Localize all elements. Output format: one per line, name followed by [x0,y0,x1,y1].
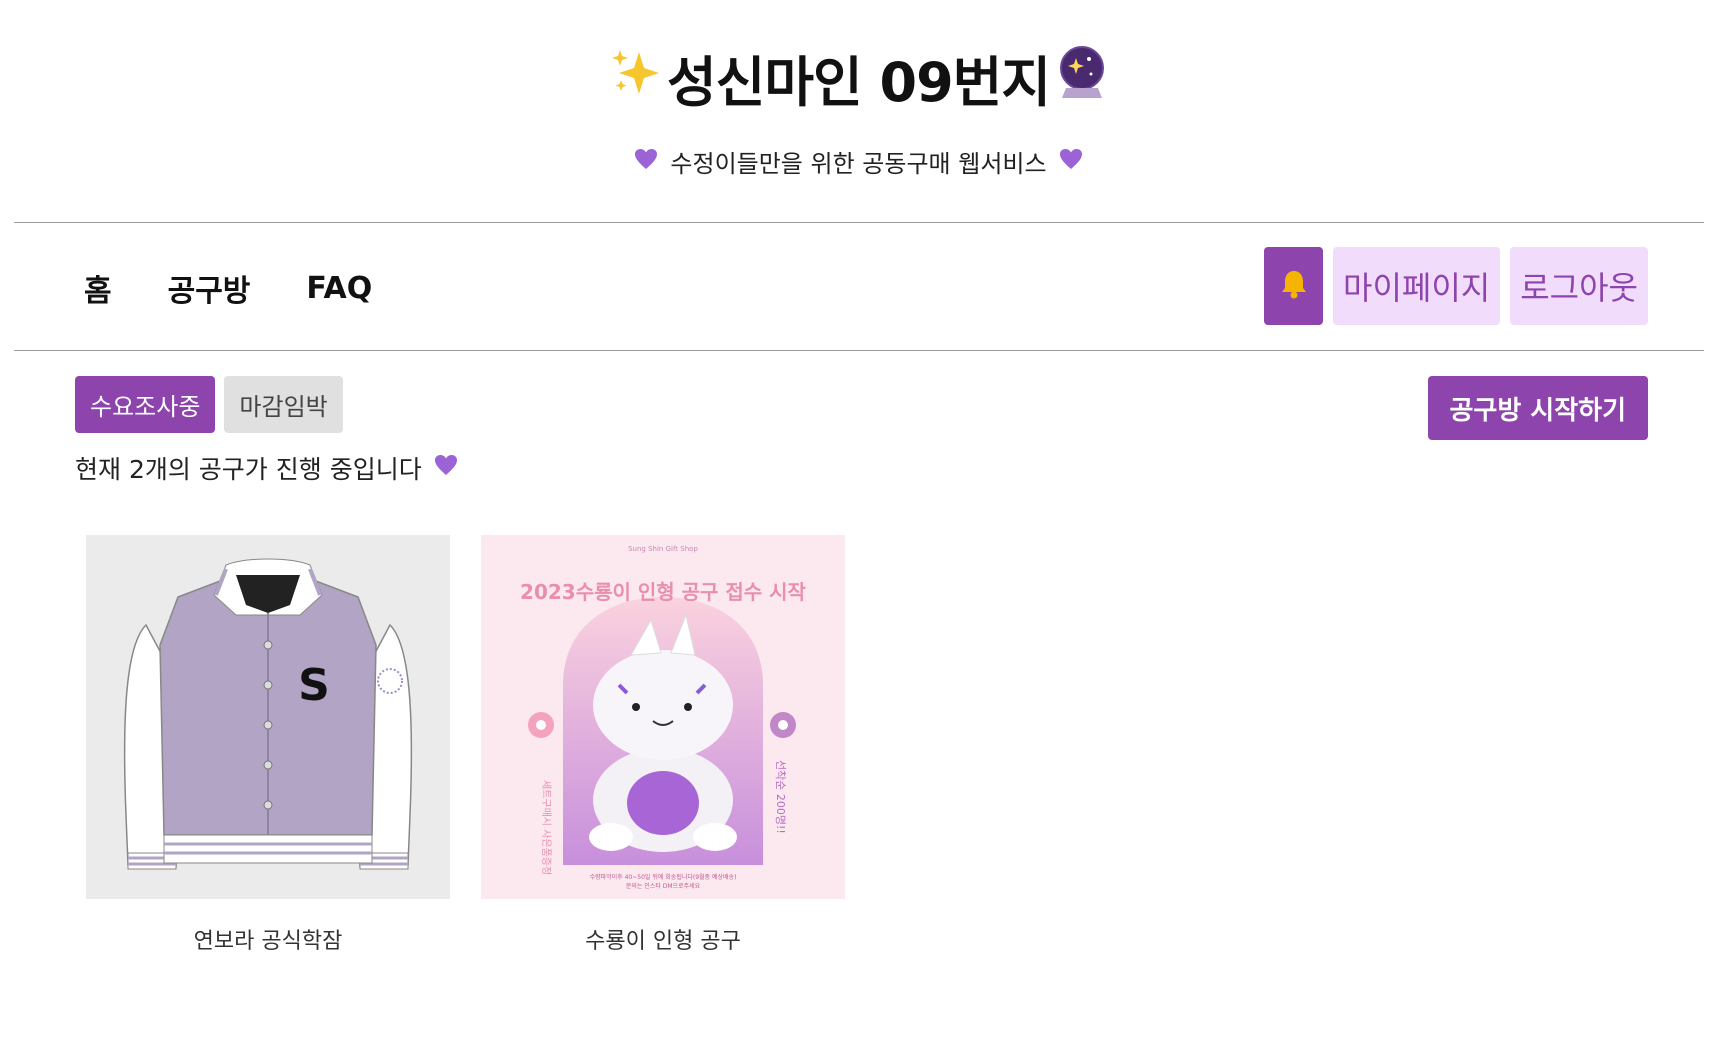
product-card[interactable]: S 연보라 공식학잠 [86,535,450,955]
header-divider [14,222,1704,223]
nav-faq[interactable]: FAQ [306,271,372,306]
subtitle: 수정이들만을 위한 공동구매 웹서비스 [0,144,1717,179]
purple-heart-icon [434,454,458,482]
bell-icon [1279,268,1309,304]
jacket-letter: S [298,660,330,711]
site-header: 성신마인 09번지 수정이들만을 위한 공동구매 웹서비스 [0,0,1717,222]
crystal-ball-icon [1056,44,1108,112]
product-card[interactable]: Sung Shin Gift Shop 2023수룡이 인형 공구 접수 시작 … [481,535,845,955]
logout-button[interactable]: 로그아웃 [1510,247,1648,325]
product-title[interactable]: 수룡이 인형 공구 [481,923,845,955]
nav-home[interactable]: 홈 [84,266,112,310]
lavender-varsity-jacket-image[interactable]: S [86,535,450,899]
poster-shop-text: Sung Shin Gift Shop [628,545,698,553]
poster-headline: 2023수룡이 인형 공구 접수 시작 [520,580,807,604]
site-title-text: 성신마인 09번지 [666,51,1051,114]
active-count: 현재 2개의 공구가 진행 중입니다 [75,450,458,486]
poster-footer-2: 문의는 인스타 DM으로주세요 [626,882,701,890]
filter-tabs: 수요조사중 마감임박 [75,376,343,433]
nav-divider [14,350,1704,351]
mypage-button[interactable]: 마이페이지 [1333,247,1501,325]
poster-right-text: 선착순 200명!! [774,760,787,834]
sparkles-icon [609,46,661,110]
notification-button[interactable] [1264,247,1324,325]
purple-heart-icon [634,148,658,176]
site-title[interactable]: 성신마인 09번지 [0,38,1717,117]
filter-survey[interactable]: 수요조사중 [75,376,216,433]
poster-left-text: 세트구매시 사은품증정 [540,780,552,875]
poster-footer-1: 수량파악이후 40~50일 뒤에 회송됩니다(9월중 예상배송) [590,873,737,881]
subtitle-text: 수정이들만을 위한 공동구매 웹서비스 [670,150,1047,178]
active-count-text: 현재 2개의 공구가 진행 중입니다 [75,455,422,484]
filter-closing-soon[interactable]: 마감임박 [224,376,343,433]
main-nav: 홈 공구방 FAQ [84,266,372,310]
start-group-room-button[interactable]: 공구방 시작하기 [1427,376,1648,440]
user-actions: 마이페이지 로그아웃 [1264,247,1648,325]
purple-heart-icon [1059,148,1083,176]
product-title[interactable]: 연보라 공식학잠 [86,923,450,955]
nav-group-rooms[interactable]: 공구방 [168,266,251,310]
plush-doll-poster-image[interactable]: Sung Shin Gift Shop 2023수룡이 인형 공구 접수 시작 … [481,535,845,899]
